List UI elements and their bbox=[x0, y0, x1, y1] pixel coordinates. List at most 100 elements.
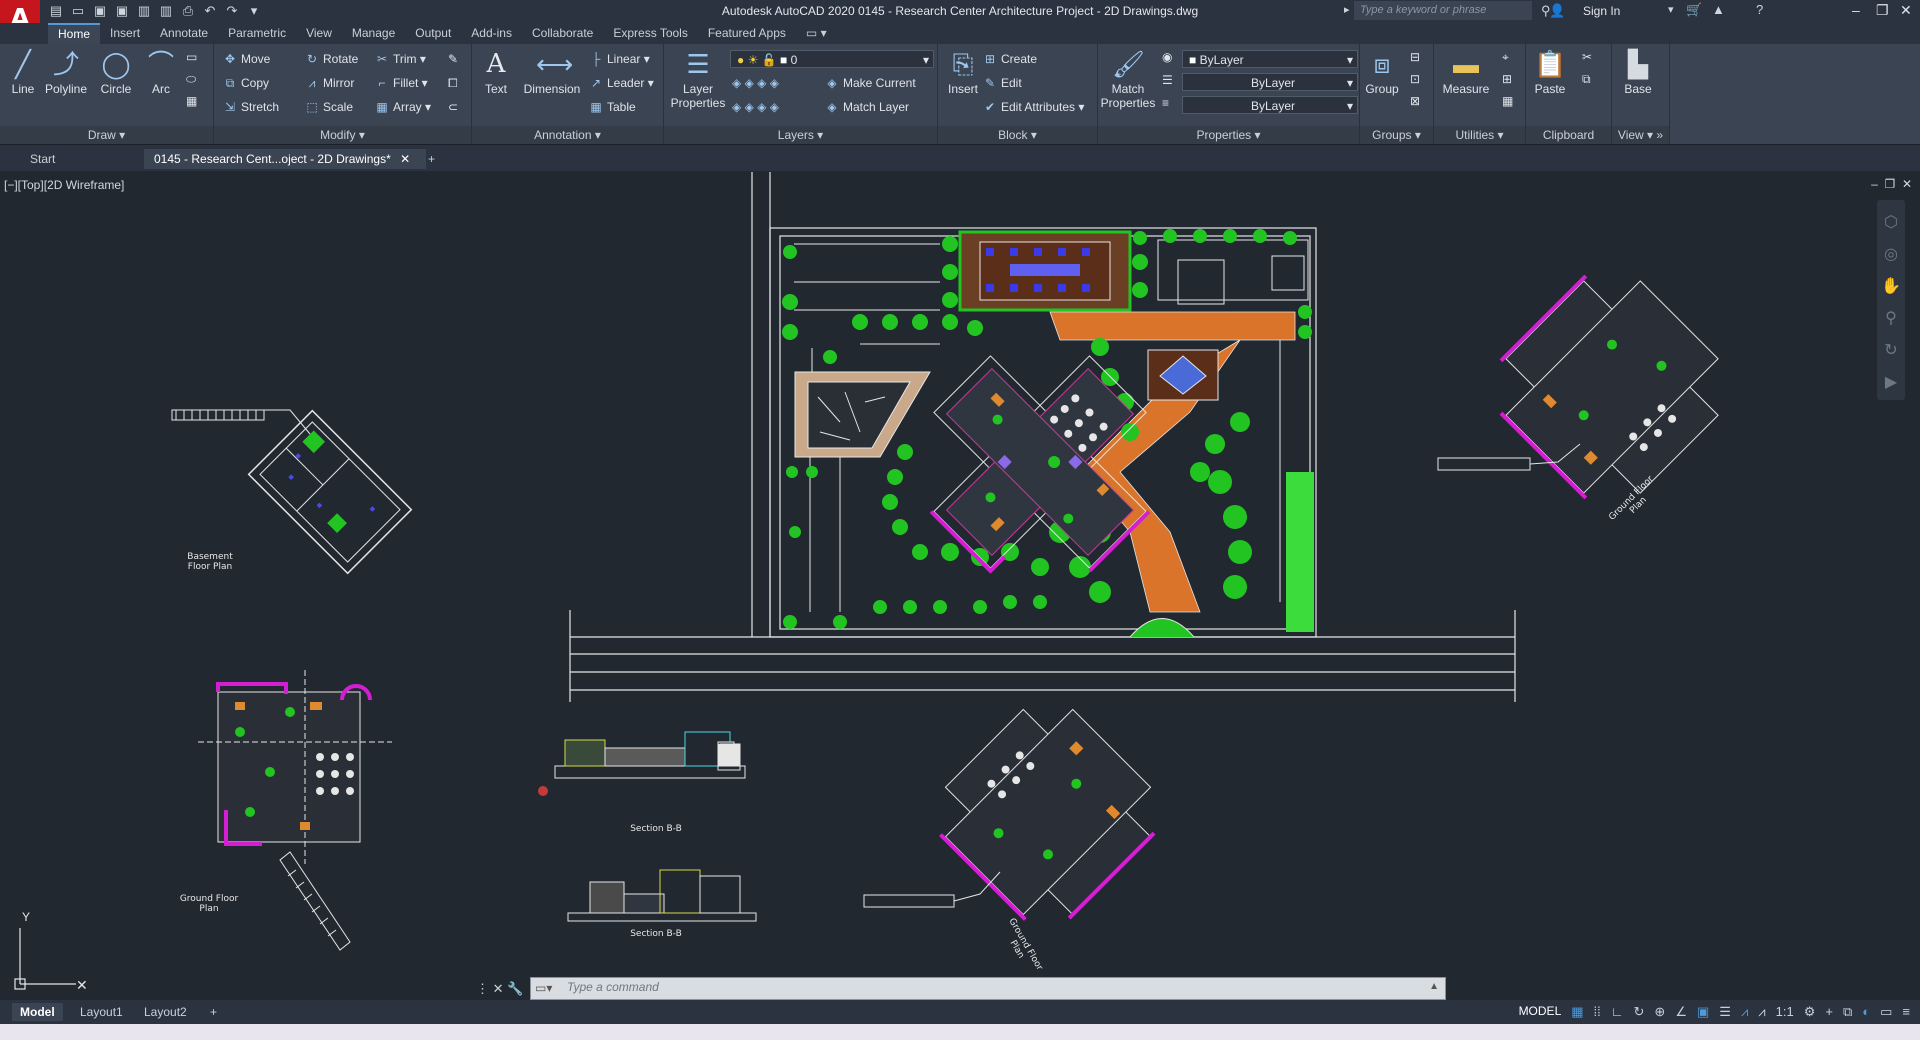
match-properties-button[interactable]: 🖌 Match Properties bbox=[1100, 48, 1156, 110]
scale-button[interactable]: 1:1 bbox=[1776, 1004, 1794, 1020]
layer-tools-row2-icons[interactable]: ◈ ◈ ◈ ◈ bbox=[732, 100, 779, 114]
help-icon[interactable]: ? bbox=[1756, 2, 1763, 17]
tab-start[interactable]: Start bbox=[20, 149, 160, 169]
new-tab-icon[interactable]: + bbox=[418, 149, 445, 169]
restore-icon[interactable]: ❐ bbox=[1876, 2, 1889, 19]
panel-title-groups[interactable]: Groups ▾ bbox=[1360, 126, 1433, 144]
circle-button[interactable]: ◯ Circle bbox=[96, 48, 136, 96]
settings-gear-icon[interactable]: ⚙ bbox=[1804, 1004, 1816, 1020]
minimize-icon[interactable]: – bbox=[1852, 2, 1860, 18]
panel-title-layers[interactable]: Layers ▾ bbox=[664, 126, 937, 144]
add-layout-icon[interactable]: + bbox=[202, 1003, 225, 1021]
selection-cycling-icon[interactable]: ▣ bbox=[1697, 1004, 1709, 1020]
layout-tab-layout1[interactable]: Layout1 bbox=[72, 1003, 131, 1021]
create-block-button[interactable]: ⊞ Create bbox=[982, 52, 1037, 66]
cart-icon[interactable]: 🛒 bbox=[1686, 2, 1702, 18]
annotation-scale-icon[interactable]: ⩘ bbox=[1758, 1004, 1765, 1020]
copy-button[interactable]: ⧉ Copy bbox=[222, 76, 269, 91]
fillet-button[interactable]: ⌐ Fillet ▾ bbox=[374, 76, 427, 90]
close-tab-icon[interactable]: ✕ bbox=[400, 152, 410, 166]
measure-button[interactable]: ▬ Measure bbox=[1436, 48, 1496, 96]
leader-button[interactable]: ↗ Leader ▾ bbox=[588, 76, 654, 90]
match-layer-button[interactable]: ◈ Match Layer bbox=[824, 100, 909, 114]
model-space-button[interactable]: MODEL bbox=[1519, 1004, 1562, 1020]
tab-collaborate[interactable]: Collaborate bbox=[522, 23, 603, 44]
panel-title-block[interactable]: Block ▾ bbox=[938, 126, 1097, 144]
lineweight-icon[interactable]: ≡ bbox=[1162, 96, 1169, 110]
ribbon-options-icon[interactable]: ▭ ▾ bbox=[796, 23, 837, 44]
layout-tab-model[interactable]: Model bbox=[12, 1003, 63, 1021]
lineweight-dropdown[interactable]: ByLayer ▾ bbox=[1182, 96, 1358, 114]
linear-button[interactable]: ├ Linear ▾ bbox=[588, 52, 650, 66]
panel-title-properties[interactable]: Properties ▾ bbox=[1098, 126, 1359, 144]
linetype-dropdown[interactable]: ByLayer ▾ bbox=[1182, 73, 1358, 91]
drawing-canvas[interactable]: [−][Top][2D Wireframe] – ❐ ✕ ⬡ ◎ ✋ ⚲ ↻ ▶ bbox=[0, 172, 1920, 1000]
stretch-button[interactable]: ⇲ Stretch bbox=[222, 100, 279, 114]
layer-tools-row1-icons[interactable]: ◈ ◈ ◈ ◈ bbox=[732, 76, 779, 90]
tab-annotate[interactable]: Annotate bbox=[150, 23, 218, 44]
tab-add-ins[interactable]: Add-ins bbox=[461, 23, 522, 44]
arc-button[interactable]: ⌒ Arc bbox=[144, 48, 178, 96]
tab-view[interactable]: View bbox=[296, 23, 342, 44]
command-input[interactable]: Type a command bbox=[567, 980, 659, 994]
isolate-icon[interactable]: ⧉ bbox=[1843, 1004, 1852, 1020]
plus-icon[interactable]: + bbox=[1825, 1004, 1833, 1020]
group-selection-icon[interactable]: ⊠ bbox=[1410, 94, 1420, 108]
cut-icon[interactable]: ✂ bbox=[1582, 50, 1592, 64]
cmd-history-icon[interactable]: ▭▾ bbox=[535, 981, 552, 995]
color-wheel-icon[interactable]: ◉ bbox=[1162, 50, 1172, 64]
tab-output[interactable]: Output bbox=[405, 23, 461, 44]
layout-tab-layout2[interactable]: Layout2 bbox=[136, 1003, 195, 1021]
layer-dropdown[interactable]: ● ☀ 🔓 ■ 0 ▾ bbox=[730, 50, 934, 68]
sign-in-dropdown-icon[interactable]: ▾ bbox=[1668, 3, 1674, 16]
panel-title-draw[interactable]: Draw ▾ bbox=[0, 126, 213, 144]
hardware-accel-icon[interactable]: ◐ bbox=[1862, 1004, 1870, 1020]
customize-icon[interactable]: ≡ bbox=[1902, 1004, 1910, 1020]
ungroup-icon[interactable]: ⊟ bbox=[1410, 50, 1420, 64]
text-button[interactable]: A Text bbox=[478, 48, 514, 96]
close-icon[interactable]: ✕ bbox=[1900, 2, 1912, 19]
cmd-expand-icon[interactable]: ▲ bbox=[1429, 981, 1439, 992]
grip-icon[interactable]: ⋮ bbox=[476, 981, 489, 996]
group-edit-icon[interactable]: ⊡ bbox=[1410, 72, 1420, 86]
table-button[interactable]: ▦ Table bbox=[588, 100, 635, 114]
insert-button[interactable]: ⎘ Insert bbox=[942, 48, 984, 96]
ellipse-icon[interactable]: ⬭ bbox=[186, 72, 196, 87]
panel-title-view[interactable]: View ▾ » bbox=[1612, 126, 1669, 144]
search-expand-icon[interactable]: ▸ bbox=[1344, 3, 1350, 16]
tab-featured-apps[interactable]: Featured Apps bbox=[698, 23, 796, 44]
osnap-icon[interactable]: ⊕ bbox=[1654, 1004, 1665, 1020]
quick-select-icon[interactable]: ⊞ bbox=[1502, 72, 1512, 86]
tab-express-tools[interactable]: Express Tools bbox=[603, 23, 697, 44]
polar-icon[interactable]: ↻ bbox=[1634, 1004, 1645, 1020]
array-button[interactable]: ▦ Array ▾ bbox=[374, 100, 431, 114]
tab-home[interactable]: Home bbox=[48, 23, 101, 44]
tab-parametric[interactable]: Parametric bbox=[218, 23, 296, 44]
rectangle-icon[interactable]: ▭ bbox=[186, 50, 197, 64]
polyline-button[interactable]: ⤴ Polyline bbox=[42, 48, 90, 96]
wrench-icon[interactable]: 🔧 bbox=[507, 981, 523, 996]
sign-in-button[interactable]: Sign In bbox=[1583, 4, 1620, 18]
mirror-button[interactable]: ⩘ Mirror bbox=[304, 76, 355, 91]
panel-title-annotation[interactable]: Annotation ▾ bbox=[472, 126, 663, 144]
dimension-button[interactable]: ⟷ Dimension bbox=[522, 48, 582, 96]
close-cmd-icon[interactable]: ✕ bbox=[493, 981, 504, 996]
layer-properties-button[interactable]: ☰ Layer Properties bbox=[668, 48, 728, 110]
group-button[interactable]: ⧈ Group bbox=[1364, 48, 1400, 96]
edit-block-button[interactable]: ✎ Edit bbox=[982, 76, 1022, 90]
explode-icon[interactable]: ⧠ bbox=[448, 76, 458, 91]
autodesk-app-icon[interactable]: ▲ bbox=[1712, 2, 1725, 17]
tab-insert[interactable]: Insert bbox=[100, 23, 150, 44]
rotate-button[interactable]: ↻ Rotate bbox=[304, 52, 358, 66]
trim-button[interactable]: ✂ Trim ▾ bbox=[374, 52, 426, 66]
scale-button[interactable]: ⬚ Scale bbox=[304, 100, 353, 114]
annotation-visibility-icon[interactable]: ⩘ bbox=[1741, 1004, 1748, 1020]
edit-attributes-button[interactable]: ✔ Edit Attributes ▾ bbox=[982, 100, 1084, 114]
erase-icon[interactable]: ✎ bbox=[448, 52, 458, 66]
color-dropdown[interactable]: ■ ByLayer ▾ bbox=[1182, 50, 1358, 68]
clean-screen-icon[interactable]: ▭ bbox=[1880, 1004, 1892, 1020]
move-button[interactable]: ✥ Move bbox=[222, 52, 270, 66]
paste-button[interactable]: 📋 Paste bbox=[1530, 48, 1570, 96]
hatch-icon[interactable]: ▦ bbox=[186, 94, 197, 108]
panel-title-utilities[interactable]: Utilities ▾ bbox=[1434, 126, 1525, 144]
